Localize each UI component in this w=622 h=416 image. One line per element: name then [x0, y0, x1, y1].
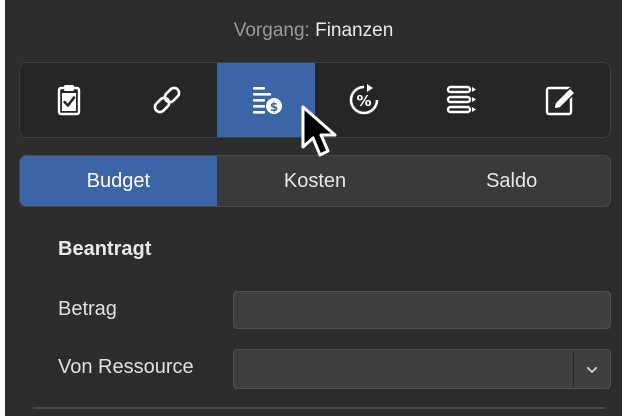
- svg-text:$: $: [270, 100, 278, 114]
- title-value: Finanzen: [315, 20, 394, 41]
- toolbar-button-list[interactable]: [413, 63, 511, 137]
- edit-pencil-icon: [545, 86, 576, 116]
- toolbar-button-edit[interactable]: [512, 63, 610, 137]
- list-icon: [447, 85, 477, 114]
- bottom-divider: [33, 407, 605, 409]
- tab-budget[interactable]: Budget: [20, 156, 217, 206]
- toolbar-button-info[interactable]: [20, 63, 118, 137]
- finance-list-icon: $: [252, 87, 282, 114]
- toolbar-button-links[interactable]: [118, 63, 216, 137]
- resource-label: Von Ressource: [58, 356, 194, 378]
- link-icon: [154, 86, 181, 114]
- amount-input[interactable]: [233, 291, 611, 329]
- tab-saldo[interactable]: Saldo: [413, 156, 610, 206]
- finance-inspector-panel: Vorgang: Finanzen $ % Budget Kosten Sald…: [5, 0, 622, 416]
- mouse-cursor-icon: [301, 105, 337, 157]
- amount-label: Betrag: [58, 298, 117, 320]
- panel-title: Vorgang: Finanzen: [5, 0, 622, 62]
- svg-text:%: %: [357, 92, 372, 110]
- percent-cycle-icon: %: [349, 84, 379, 115]
- clipboard-check-icon: [57, 85, 81, 116]
- resource-select[interactable]: [233, 349, 611, 389]
- section-title: Beantragt: [58, 238, 152, 260]
- title-prefix: Vorgang:: [233, 20, 310, 41]
- chevron-down-icon[interactable]: [573, 350, 610, 388]
- tab-kosten[interactable]: Kosten: [217, 156, 414, 206]
